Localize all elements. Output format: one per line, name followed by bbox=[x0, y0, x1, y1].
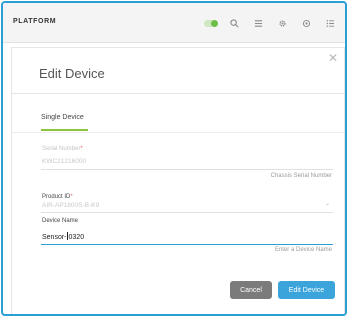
gear-icon[interactable] bbox=[276, 17, 288, 29]
serial-number-label-text: Serial Number bbox=[42, 146, 81, 152]
serial-number-underline bbox=[41, 169, 333, 170]
target-icon[interactable] bbox=[300, 17, 312, 29]
tab-divider bbox=[12, 132, 344, 133]
serial-number-hint: Chassis Serial Number bbox=[270, 173, 332, 179]
product-id-select: AIR-AP1800S-B-K9 bbox=[42, 202, 100, 209]
header-divider bbox=[12, 93, 344, 94]
required-marker: * bbox=[80, 146, 83, 152]
list-icon[interactable] bbox=[252, 17, 264, 29]
required-marker: * bbox=[70, 194, 73, 200]
serial-number-label: Serial Number* bbox=[42, 146, 83, 152]
tab-single-device[interactable]: Single Device bbox=[41, 114, 84, 121]
edit-device-dialog: ✕ Edit Device Single Device Serial Numbe… bbox=[11, 47, 345, 314]
cancel-button[interactable]: Cancel bbox=[230, 281, 272, 299]
top-navbar: PLATFORM bbox=[3, 3, 345, 43]
menu-icon[interactable] bbox=[324, 17, 336, 29]
serial-number-field: KWC21216000 bbox=[42, 158, 87, 165]
search-icon[interactable] bbox=[228, 17, 240, 29]
product-id-label-text: Product ID bbox=[42, 194, 71, 200]
device-name-hint: Enter a Device Name bbox=[274, 247, 332, 253]
app-frame: PLATFORM ✕ Edit Device Single Device Ser… bbox=[1, 1, 347, 316]
device-name-label: Device Name bbox=[42, 218, 79, 224]
device-name-underline bbox=[41, 244, 333, 245]
close-icon[interactable]: ✕ bbox=[326, 51, 340, 65]
toggle-switch[interactable] bbox=[204, 20, 218, 27]
product-id-underline bbox=[41, 212, 333, 213]
device-name-value-prefix: Sensor- bbox=[42, 234, 67, 241]
edit-device-button[interactable]: Edit Device bbox=[278, 281, 335, 299]
device-name-input[interactable]: Sensor- 0320 bbox=[42, 232, 84, 241]
dialog-title: Edit Device bbox=[39, 66, 105, 81]
chevron-down-icon: ⌄ bbox=[324, 201, 330, 207]
active-tab-indicator bbox=[41, 129, 88, 131]
device-name-value-suffix: 0320 bbox=[68, 234, 85, 241]
toggle-knob bbox=[211, 20, 218, 27]
product-id-label: Product ID* bbox=[42, 194, 73, 200]
toolbar-icons bbox=[3, 17, 345, 31]
